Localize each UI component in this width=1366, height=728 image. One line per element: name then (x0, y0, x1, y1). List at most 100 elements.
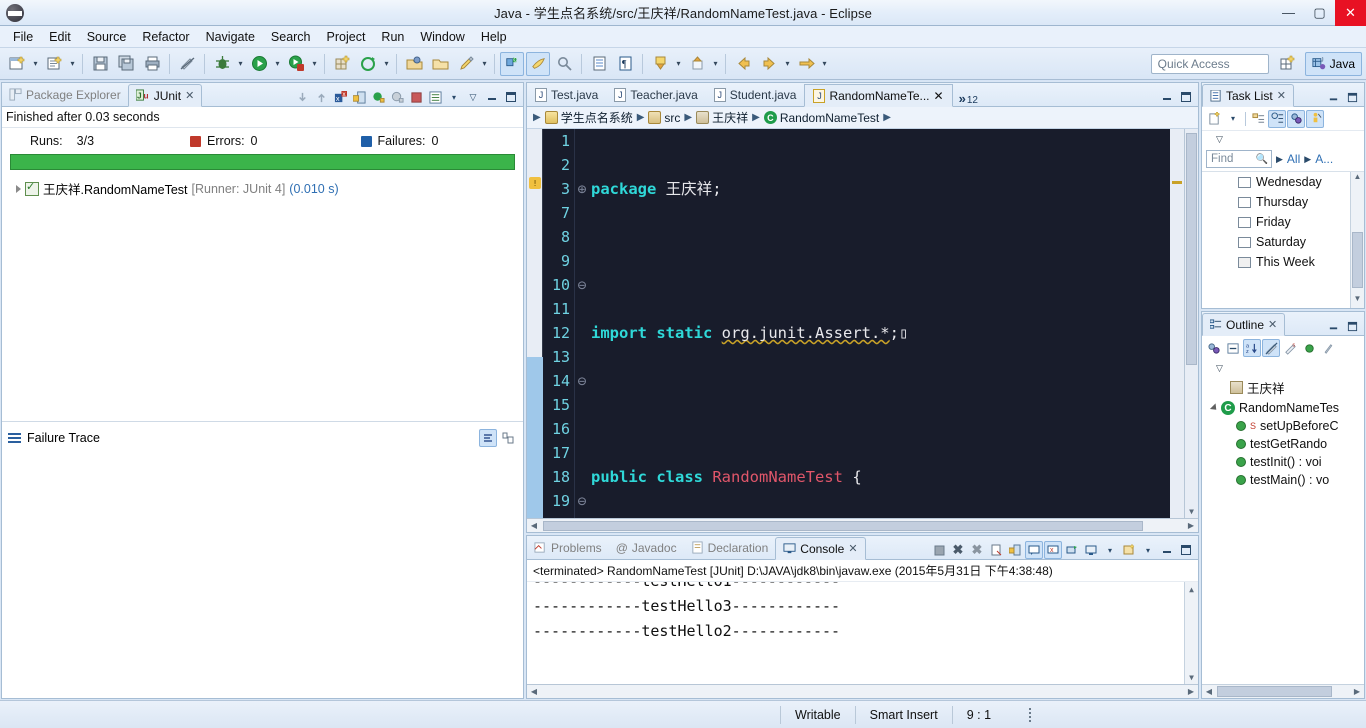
new-java-package-icon[interactable] (330, 52, 354, 76)
breadcrumb-package[interactable]: 王庆祥 (696, 109, 748, 126)
debug-dropdown-icon[interactable]: ▾ (235, 53, 246, 75)
open-task-list-icon[interactable] (587, 52, 611, 76)
debug-icon[interactable] (210, 52, 234, 76)
editor-tab-student[interactable]: J Student.java (706, 83, 805, 106)
menu-project[interactable]: Project (319, 28, 374, 46)
test-run-history-icon[interactable] (426, 88, 444, 106)
coverage-dropdown-icon[interactable]: ▾ (309, 53, 320, 75)
new-dropdown-icon[interactable]: ▾ (30, 53, 41, 75)
scroll-right-arrow-icon[interactable]: ▶ (1184, 687, 1198, 696)
more-editors-button[interactable]: » 12 (953, 91, 984, 106)
maximize-icon[interactable] (1177, 88, 1195, 106)
close-icon[interactable]: ✕ (1268, 318, 1277, 331)
save-icon[interactable] (88, 52, 112, 76)
outline-item-method[interactable]: testMain() : vo (1202, 471, 1364, 489)
perspective-java-button[interactable]: J Java (1304, 51, 1362, 76)
console-vertical-scrollbar[interactable]: ▲ ▼ (1184, 582, 1198, 684)
view-menu-dropdown-icon[interactable]: ▽ (1216, 363, 1223, 374)
scroll-left-arrow-icon[interactable]: ◀ (527, 521, 541, 530)
scroll-up-arrow-icon[interactable]: ▲ (1185, 582, 1198, 596)
pilcrow-icon[interactable]: ¶ (613, 52, 637, 76)
minimize-icon[interactable] (1324, 88, 1342, 106)
hide-non-public-icon[interactable]: s (1281, 339, 1299, 357)
marker-ruler[interactable]: ! (527, 129, 543, 518)
outline-item-package[interactable]: 王庆祥 (1202, 376, 1364, 399)
outline-item-method[interactable]: S setUpBeforeC (1202, 417, 1364, 435)
tab-task-list[interactable]: Task List ✕ (1202, 84, 1294, 107)
maximize-icon[interactable] (1343, 317, 1361, 335)
outline-items[interactable]: 王庆祥 C RandomNameTes S setUpBeforeC testG… (1202, 376, 1364, 684)
categorize-icon[interactable] (1249, 110, 1267, 128)
lock-scroll-icon[interactable] (350, 88, 368, 106)
hscroll-thumb[interactable] (543, 520, 1143, 531)
scroll-left-arrow-icon[interactable]: ◀ (527, 687, 541, 696)
save-all-icon[interactable] (114, 52, 138, 76)
back-icon[interactable] (731, 52, 755, 76)
expand-triangle-icon[interactable] (16, 184, 21, 193)
stop-icon[interactable] (407, 88, 425, 106)
next-dropdown-icon[interactable]: ▾ (673, 53, 684, 75)
previous-annotation-icon[interactable] (685, 52, 709, 76)
terminate-icon[interactable] (930, 541, 948, 559)
new-task-icon[interactable] (1205, 110, 1223, 128)
code-content[interactable]: package 王庆祥; import static org.junit.Ass… (589, 129, 1198, 518)
minimize-panel-icon[interactable] (483, 88, 501, 106)
tab-declaration[interactable]: Declaration (684, 536, 776, 559)
close-icon[interactable]: ✕ (1277, 89, 1286, 102)
display-console-dropdown-icon[interactable]: ▾ (1101, 541, 1119, 559)
view-menu-dropdown-icon[interactable]: ▽ (1216, 134, 1223, 145)
focus-on-workweek-icon[interactable] (1306, 109, 1324, 128)
folding-ruler[interactable]: ⊕ ⊖ ⊖ ⊖ (575, 129, 589, 518)
show-console-on-error-icon[interactable]: x (1044, 541, 1062, 559)
editor-vertical-scrollbar[interactable]: ▲ ▼ (1184, 129, 1198, 518)
quick-access-input[interactable]: Quick Access (1150, 53, 1269, 74)
view-menu-dropdown-icon[interactable]: ▾ (445, 88, 463, 106)
new-java-class-icon[interactable] (42, 52, 66, 76)
outline-item-method[interactable]: testInit() : voi (1202, 453, 1364, 471)
list-item[interactable]: Friday (1202, 212, 1364, 232)
next-annotation-icon[interactable] (648, 52, 672, 76)
outline-item-method[interactable]: testGetRando (1202, 435, 1364, 453)
clear-console-icon[interactable] (987, 541, 1005, 559)
filter-arrow-icon[interactable]: ▶ (1276, 154, 1283, 165)
hscroll-thumb[interactable] (1217, 686, 1332, 697)
run-dropdown-icon[interactable]: ▾ (272, 53, 283, 75)
menu-window[interactable]: Window (412, 28, 472, 46)
junit-test-tree[interactable]: 王庆祥.RandomNameTest [Runner: JUnit 4] (0.… (2, 176, 523, 421)
task-list-scrollbar[interactable]: ▲ ▼ (1350, 172, 1364, 308)
filter-arrow-icon[interactable]: ▶ (1304, 154, 1311, 165)
tab-javadoc[interactable]: @ Javadoc (609, 536, 684, 559)
minimize-icon[interactable] (1158, 88, 1176, 106)
maximize-icon[interactable] (502, 88, 520, 106)
open-task-icon[interactable] (428, 52, 452, 76)
outline-horizontal-scrollbar[interactable]: ◀ ▶ (1202, 684, 1364, 698)
tab-outline[interactable]: Outline ✕ (1202, 313, 1286, 336)
next-failure-icon[interactable] (293, 88, 311, 106)
coverage-icon[interactable] (284, 52, 308, 76)
show-console-on-output-icon[interactable] (1025, 541, 1043, 559)
new-java-project-icon[interactable] (5, 52, 29, 76)
status-resize-grip[interactable] (1023, 707, 1037, 722)
new-annotation-dropdown-icon[interactable]: ▾ (479, 53, 490, 75)
console-horizontal-scrollbar[interactable]: ◀ ▶ (527, 684, 1198, 698)
external-tools-dropdown-icon[interactable]: ▾ (381, 53, 392, 75)
junit-tree-row[interactable]: 王庆祥.RandomNameTest [Runner: JUnit 4] (0.… (2, 176, 523, 201)
next-edit-icon[interactable] (794, 52, 818, 76)
external-tools-icon[interactable] (356, 52, 380, 76)
collapse-triangle-icon[interactable] (1209, 403, 1220, 413)
filter-all-link[interactable]: All (1287, 152, 1300, 166)
pin-console-icon[interactable] (1063, 541, 1081, 559)
filter-stack-trace-icon[interactable] (479, 428, 497, 447)
scroll-down-arrow-icon[interactable]: ▼ (1351, 294, 1364, 308)
find-input[interactable]: Find 🔍 (1206, 150, 1272, 168)
group-by-icon[interactable] (1268, 109, 1286, 128)
editor-tab-test[interactable]: J Test.java (527, 83, 606, 106)
list-item[interactable]: Saturday (1202, 232, 1364, 252)
remove-all-terminated-icon[interactable]: ✖ (968, 541, 986, 559)
warning-marker-icon[interactable]: ! (529, 177, 541, 189)
open-editor-icon[interactable] (526, 51, 550, 76)
display-selected-console-icon[interactable] (1082, 541, 1100, 559)
minimize-icon[interactable] (1324, 317, 1342, 335)
hide-fields-icon[interactable] (1224, 339, 1242, 357)
new-class-dropdown-icon[interactable]: ▾ (67, 53, 78, 75)
